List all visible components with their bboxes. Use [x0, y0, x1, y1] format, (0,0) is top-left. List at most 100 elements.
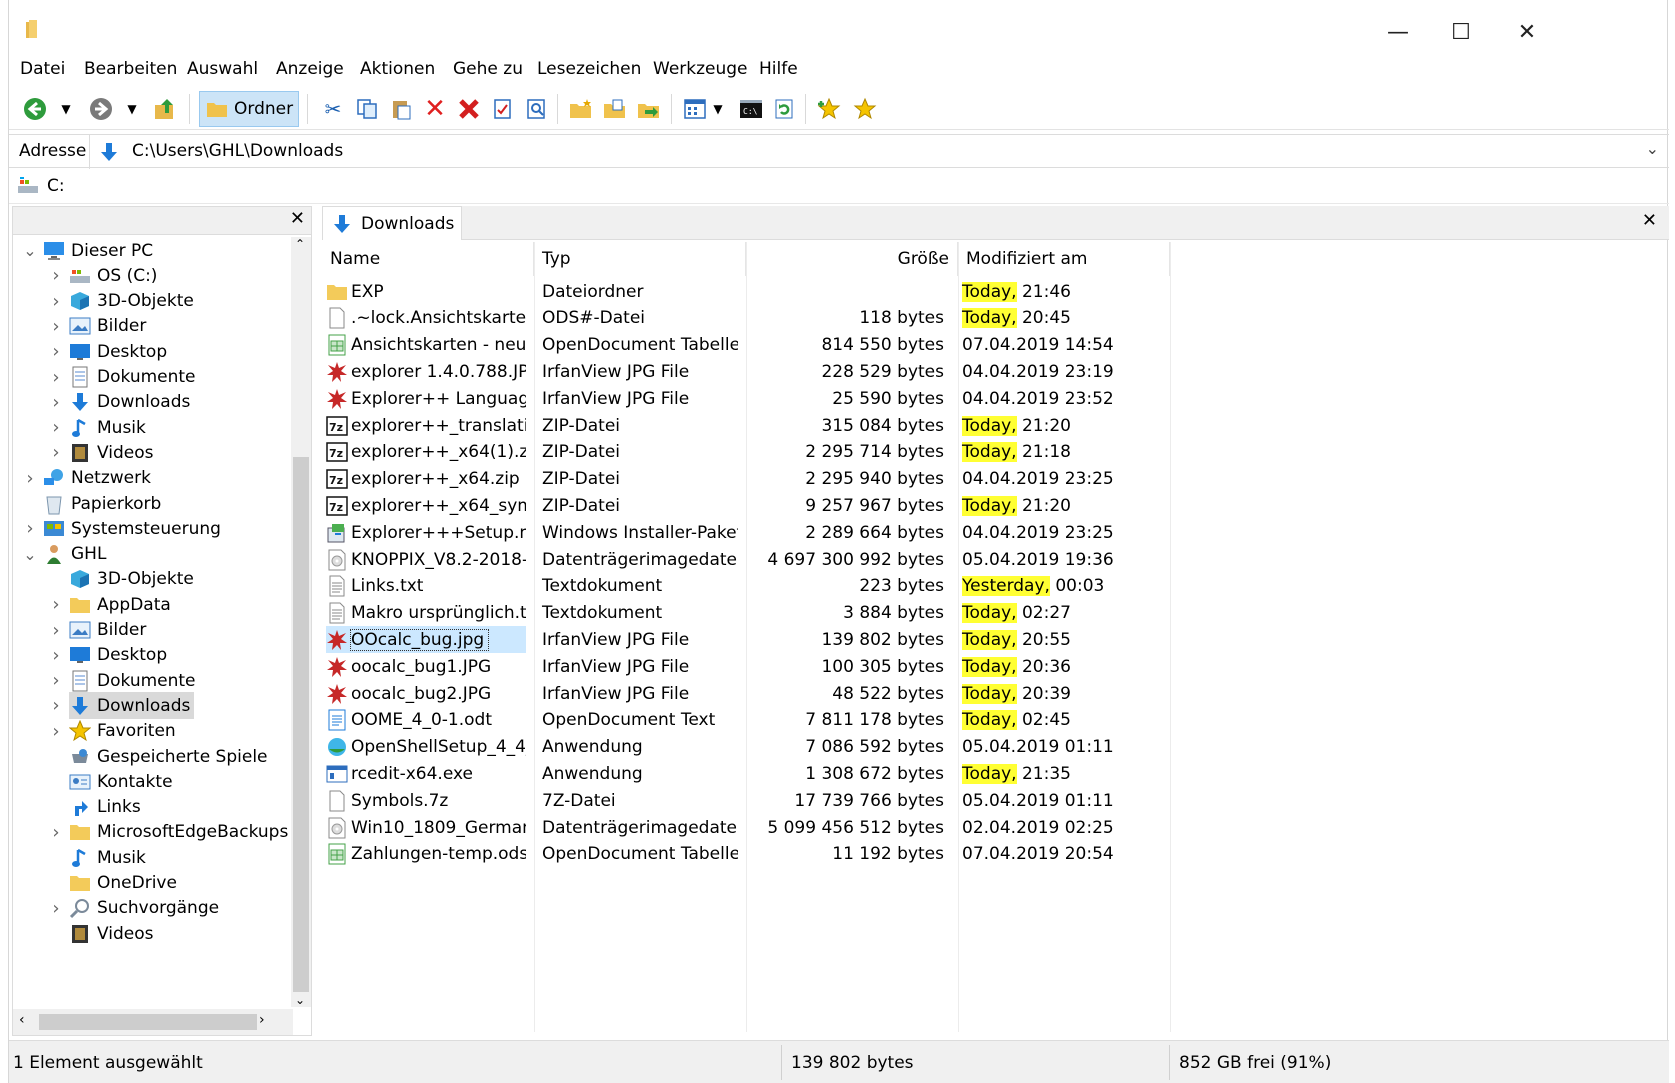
drive-button-c[interactable]: C:: [17, 176, 65, 196]
close-window-button[interactable]: ✕: [1503, 12, 1551, 52]
folders-toggle-button[interactable]: Ordner: [199, 91, 299, 127]
command-prompt-icon[interactable]: C:\: [735, 93, 767, 125]
file-row[interactable]: rcedit-x64.exe Anwendung 1 308 672 bytes To…: [322, 760, 1669, 787]
file-row[interactable]: explorer 1.4.0.788.JPG IrfanView JPG File…: [322, 358, 1669, 385]
new-folder-icon[interactable]: [565, 93, 597, 125]
expand-closed-icon[interactable]: ›: [23, 465, 37, 492]
file-row[interactable]: Zahlungen-temp.ods OpenDocument Tabelle..…: [322, 841, 1669, 868]
tree-item[interactable]: › Desktop: [13, 338, 293, 365]
scroll-left-icon[interactable]: ‹: [19, 1012, 25, 1028]
menu-auswahl[interactable]: Auswahl: [187, 59, 258, 79]
file-row[interactable]: Explorer+++Setup.msi Windows Installer-Pa…: [322, 519, 1669, 546]
expand-closed-icon[interactable]: ›: [49, 338, 63, 365]
file-row[interactable]: KNOPPIX_V8.2-2018-... Datenträgerimagedat…: [322, 546, 1669, 573]
tree-item[interactable]: Papierkorb: [13, 490, 293, 517]
move-to-icon[interactable]: [633, 93, 665, 125]
tree-item[interactable]: Links: [13, 794, 293, 821]
tree-item[interactable]: › Downloads: [13, 389, 293, 416]
tree-item[interactable]: › 3D-Objekte: [13, 288, 293, 315]
tree-vertical-scrollbar[interactable]: ⌃ ⌄: [291, 237, 311, 1007]
expand-open-icon[interactable]: ⌄: [23, 237, 37, 264]
tree-item[interactable]: ⌄ GHL: [13, 541, 293, 568]
menu-hilfe[interactable]: Hilfe: [759, 59, 798, 79]
tree-item[interactable]: › Downloads: [13, 692, 293, 720]
tree-item[interactable]: › Bilder: [13, 617, 293, 644]
file-row[interactable]: oocalc_bug2.JPG IrfanView JPG File 48 522 …: [322, 680, 1669, 707]
scroll-thumb[interactable]: [293, 457, 309, 992]
file-row[interactable]: 7z explorer++_x64_symb... ZIP-Datei 9 257 9…: [322, 492, 1669, 519]
menu-aktionen[interactable]: Aktionen: [360, 59, 435, 79]
forward-dropdown-icon[interactable]: ▼: [123, 93, 141, 125]
scroll-right-icon[interactable]: ›: [259, 1012, 265, 1028]
file-row[interactable]: oocalc_bug1.JPG IrfanView JPG File 100 305…: [322, 653, 1669, 680]
tree-item[interactable]: › Bilder: [13, 313, 293, 340]
scroll-up-icon[interactable]: ⌃: [295, 237, 305, 251]
bookmark-add-icon[interactable]: [813, 93, 845, 125]
close-tree-icon[interactable]: ✕: [290, 208, 305, 229]
tree-item[interactable]: › Dokumente: [13, 364, 293, 391]
menu-datei[interactable]: Datei: [20, 59, 65, 79]
copy-to-icon[interactable]: [599, 93, 631, 125]
expand-closed-icon[interactable]: ›: [49, 591, 63, 618]
tree-item[interactable]: 3D-Objekte: [13, 566, 293, 593]
expand-open-icon[interactable]: ⌄: [23, 541, 37, 568]
file-row[interactable]: Explorer++ Language... IrfanView JPG File…: [322, 385, 1669, 412]
file-row[interactable]: Ansichtskarten - neu.... OpenDocument Tab…: [322, 332, 1669, 359]
file-row[interactable]: OOcalc_bug.jpg IrfanView JPG File 139 802 …: [322, 626, 1669, 654]
expand-closed-icon[interactable]: ›: [23, 515, 37, 542]
refresh-icon[interactable]: [769, 93, 801, 125]
menu-lesezeichen[interactable]: Lesezeichen: [537, 59, 641, 79]
properties-icon[interactable]: [487, 93, 519, 125]
file-row[interactable]: .~lock.Ansichtskarten... ODS#-Datei 118 by…: [322, 305, 1669, 332]
expand-closed-icon[interactable]: ›: [49, 313, 63, 340]
tree-item[interactable]: › Suchvorgänge: [13, 895, 293, 922]
forward-icon[interactable]: [85, 93, 117, 125]
views-icon[interactable]: [679, 93, 711, 125]
file-row[interactable]: Links.txt Textdokument 223 bytes Yesterday,…: [322, 573, 1669, 600]
expand-closed-icon[interactable]: ›: [49, 692, 63, 719]
tree-item[interactable]: › MicrosoftEdgeBackups: [13, 819, 293, 846]
search-icon[interactable]: [521, 93, 553, 125]
maximize-button[interactable]: ☐: [1437, 12, 1485, 52]
address-input[interactable]: C:\Users\GHL\Downloads ⌄: [89, 135, 1669, 169]
tree-item[interactable]: Gespeicherte Spiele: [13, 743, 293, 770]
column-size[interactable]: Größe: [746, 242, 958, 276]
minimize-button[interactable]: —: [1374, 12, 1422, 52]
tree-item[interactable]: Videos: [13, 920, 293, 947]
expand-closed-icon[interactable]: ›: [49, 617, 63, 644]
expand-closed-icon[interactable]: ›: [49, 262, 63, 289]
tree-item[interactable]: Musik: [13, 844, 293, 871]
expand-closed-icon[interactable]: ›: [49, 667, 63, 694]
file-row[interactable]: Win10_1809_German_... Datenträgerimagedat…: [322, 814, 1669, 841]
column-name[interactable]: Name: [322, 242, 534, 276]
tree-item[interactable]: › Netzwerk: [13, 465, 293, 492]
close-tab-icon[interactable]: ✕: [1642, 210, 1657, 231]
scroll-down-icon[interactable]: ⌄: [295, 993, 305, 1007]
column-date[interactable]: Modifiziert am: [958, 242, 1170, 276]
tree-item[interactable]: › Desktop: [13, 642, 293, 669]
expand-closed-icon[interactable]: ›: [49, 439, 63, 466]
tree-horizontal-scrollbar[interactable]: ‹ ›: [13, 1009, 293, 1035]
tree-item[interactable]: Kontakte: [13, 768, 293, 795]
file-row[interactable]: Symbols.7z 7Z-Datei 17 739 766 bytes 05.04.…: [322, 787, 1669, 814]
file-row[interactable]: 7z explorer++_translatio... ZIP-Datei 315 0…: [322, 412, 1669, 439]
paste-icon[interactable]: [385, 93, 417, 125]
tree-item[interactable]: › Systemsteuerung: [13, 515, 293, 542]
expand-closed-icon[interactable]: ›: [49, 819, 63, 846]
views-dropdown-icon[interactable]: ▼: [709, 93, 727, 125]
file-row[interactable]: EXP Dateiordner Today, 21:46: [322, 278, 1669, 305]
file-row[interactable]: OOME_4_0-1.odt OpenDocument Text 7 811 178…: [322, 707, 1669, 734]
delete-icon[interactable]: ✕: [419, 93, 451, 125]
scroll-thumb[interactable]: [39, 1014, 257, 1030]
up-icon[interactable]: [149, 93, 181, 125]
tree-item[interactable]: › Videos: [13, 439, 293, 466]
tree-item[interactable]: ⌄ Dieser PC: [13, 237, 293, 264]
expand-closed-icon[interactable]: ›: [49, 288, 63, 315]
tree-item[interactable]: › OS (C:): [13, 262, 293, 289]
menu-werkzeuge[interactable]: Werkzeuge: [653, 59, 748, 79]
menu-anzeige[interactable]: Anzeige: [276, 59, 344, 79]
chevron-down-icon[interactable]: ⌄: [1646, 139, 1659, 158]
expand-closed-icon[interactable]: ›: [49, 642, 63, 669]
delete-permanent-icon[interactable]: [453, 93, 485, 125]
menu-bearbeiten[interactable]: Bearbeiten: [84, 59, 177, 79]
